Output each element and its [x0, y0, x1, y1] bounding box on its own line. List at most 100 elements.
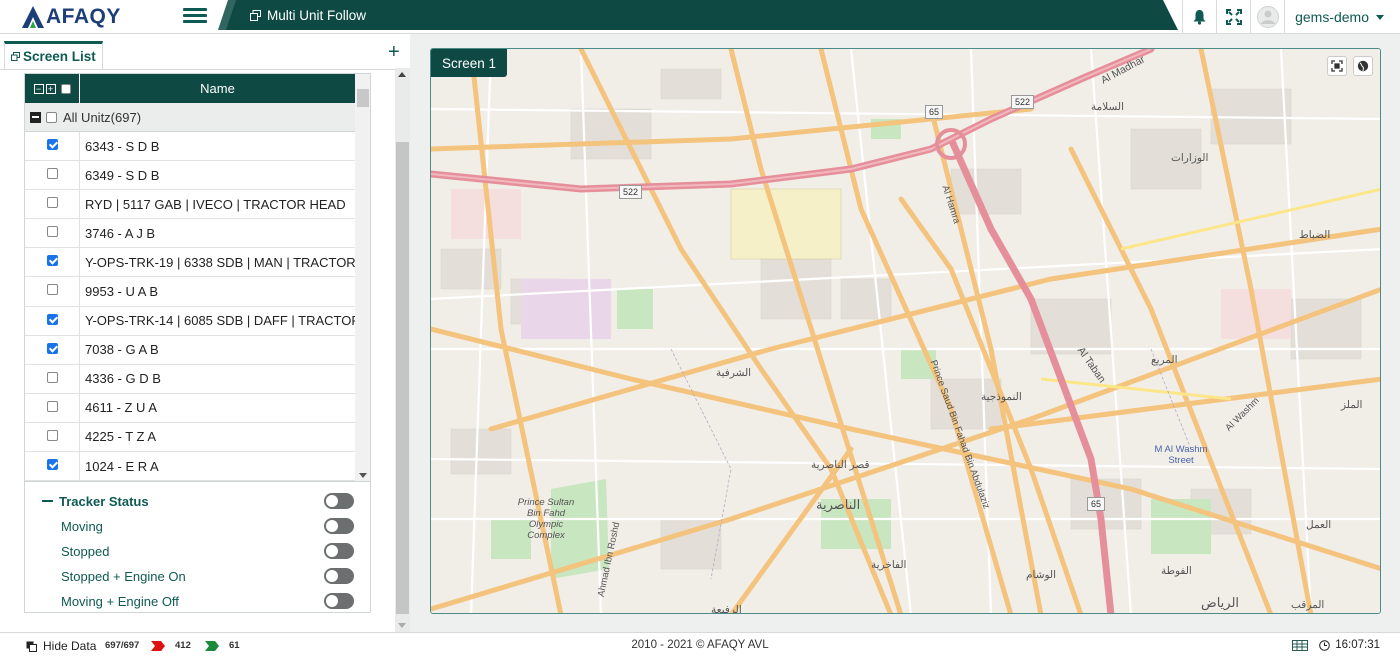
tracker-status-title: Tracker Status [59, 493, 149, 509]
logo[interactable]: AFAQY [22, 4, 121, 30]
arabic-place-label: الوزارات [1171, 152, 1209, 164]
tracker-status-item[interactable]: Stopped + Engine On [25, 565, 372, 587]
tracker-status-panel: Tracker Status Moving Stopped Stopped + En… [24, 482, 371, 613]
tracker-status-toggle[interactable] [324, 593, 354, 609]
expand-all-icon[interactable]: + [45, 83, 56, 94]
unit-checkbox-cell [25, 219, 80, 248]
collapse-group-icon[interactable] [30, 111, 41, 123]
unit-name: 4336 - G D B [85, 371, 161, 387]
header-tools: gems-demo [1182, 0, 1400, 34]
scroll-down-arrow-icon[interactable] [398, 623, 406, 628]
group-checkbox[interactable] [46, 111, 57, 123]
unit-checkbox[interactable] [46, 284, 58, 296]
place-label: Prince Sultan Bin Fahd Olympic Complex [517, 497, 575, 541]
unit-row[interactable]: 4611 - Z U A [25, 393, 355, 423]
top-bar: AFAQY Multi Unit Follow gems-demo [0, 0, 1400, 34]
tracker-status-toggle[interactable] [324, 543, 354, 559]
unit-checkbox[interactable] [46, 255, 58, 267]
clock-time: 16:07:31 [1335, 639, 1380, 651]
grid-header: − + Name [25, 74, 355, 103]
hamburger-menu-icon[interactable] [183, 5, 207, 27]
unit-checkbox[interactable] [46, 342, 58, 354]
scroll-up-arrow-icon[interactable] [398, 72, 406, 77]
table-icon [1292, 639, 1309, 651]
arabic-place-label: الضباط [1299, 229, 1331, 241]
panel-scrollbar[interactable] [395, 68, 410, 632]
tab-divider [0, 69, 410, 70]
add-screen-button[interactable]: + [388, 42, 400, 62]
footer-bar: Hide Data 697/697 412 61 2010 - 2021 © A… [0, 632, 1400, 658]
units-grid: − + Name All Unitz(697) 6343 - S D B 6349… [24, 73, 371, 482]
user-avatar[interactable] [1250, 0, 1284, 34]
unit-checkbox-cell [25, 364, 80, 393]
tab-screen-list[interactable]: Screen List [4, 41, 103, 69]
route-shield: 522 [619, 185, 643, 199]
route-shield: 65 [925, 105, 944, 119]
route-shield: 522 [1011, 95, 1035, 109]
caret-down-icon [1376, 14, 1384, 20]
map-layer-button[interactable] [1353, 56, 1373, 76]
unit-checkbox-cell [25, 277, 80, 306]
panel-scroll-thumb[interactable] [396, 142, 409, 614]
unit-name: 9953 - U A B [85, 284, 158, 300]
tracker-status-toggle[interactable] [324, 568, 354, 584]
unit-row[interactable]: 3746 - A J B [25, 219, 355, 249]
arabic-place-label: الرفيعة [711, 604, 742, 614]
unit-row[interactable]: 4336 - G D B [25, 364, 355, 394]
unit-row[interactable]: RYD | 5117 GAB | IVECO | TRACTOR HEAD [25, 190, 355, 220]
unit-row[interactable]: 4225 - T Z A [25, 422, 355, 453]
name-column-header[interactable]: Name [80, 74, 355, 103]
unit-checkbox[interactable] [46, 139, 58, 150]
unit-rows: 6343 - S D B 6349 - S D B RYD | 5117 GAB |… [25, 132, 355, 481]
tracker-status-item[interactable]: Moving [25, 515, 372, 537]
unit-name: 7038 - G A B [85, 342, 159, 358]
select-all-checkbox[interactable] [60, 83, 71, 94]
unit-checkbox[interactable] [46, 429, 58, 441]
unit-checkbox[interactable] [46, 313, 58, 325]
route-shield: 65 [1087, 497, 1106, 511]
unit-row[interactable]: 1024 - E R A [25, 452, 355, 481]
unit-checkbox[interactable] [46, 400, 58, 412]
tracker-status-header[interactable]: Tracker Status [25, 490, 372, 512]
unit-checkbox[interactable] [46, 197, 58, 209]
collapse-all-icon[interactable]: − [33, 83, 44, 94]
unit-checkbox[interactable] [46, 168, 58, 180]
unit-checkbox[interactable] [46, 459, 58, 471]
user-name: gems-demo [1295, 9, 1369, 25]
grid-scrollbar[interactable] [355, 74, 370, 481]
clock-icon [1319, 639, 1331, 651]
arabic-place-label: النموذجية [981, 391, 1022, 403]
unit-row[interactable]: Y-OPS-TRK-14 | 6085 SDB | DAFF | TRACTOR… [25, 306, 355, 336]
tab-multi-unit-follow[interactable]: Multi Unit Follow [240, 2, 377, 28]
unit-checkbox[interactable] [46, 371, 58, 383]
arabic-place-label: الفاخرية [871, 559, 907, 571]
unit-checkbox-cell [25, 335, 80, 364]
map-capture-button[interactable] [1327, 56, 1347, 76]
fullscreen-button[interactable] [1216, 0, 1250, 34]
unit-checkbox-cell [25, 393, 80, 422]
arabic-place-label: السلامة [1091, 101, 1125, 113]
tracker-status-item[interactable]: Moving + Engine Off [25, 590, 372, 612]
map-view[interactable]: Screen 1 Al Madhar Al Taban Prince Sulta… [430, 48, 1381, 614]
unit-row[interactable]: 6343 - S D B [25, 132, 355, 162]
unit-checkbox-cell [25, 248, 80, 277]
unit-row[interactable]: 9953 - U A B [25, 277, 355, 307]
notifications-button[interactable] [1182, 0, 1216, 34]
unit-checkbox-cell [25, 161, 80, 190]
user-menu[interactable]: gems-demo [1284, 0, 1400, 34]
tracker-status-item[interactable]: Stopped [25, 540, 372, 562]
unit-name: 3746 - A J B [85, 225, 156, 241]
tracker-status-label: Stopped + Engine On [61, 568, 186, 584]
unit-row[interactable]: Y-OPS-TRK-19 | 6338 SDB | MAN | TRACTOR … [25, 248, 355, 278]
scroll-down-arrow-icon[interactable] [359, 473, 367, 478]
expand-icon [1225, 9, 1242, 25]
tracker-status-toggle[interactable] [324, 493, 354, 509]
unit-row[interactable]: 7038 - G A B [25, 335, 355, 365]
unit-row[interactable]: 6349 - S D B [25, 161, 355, 191]
tracker-status-toggle[interactable] [324, 518, 354, 534]
tab-label: Multi Unit Follow [267, 7, 367, 23]
group-row-all-units[interactable]: All Unitz(697) [25, 103, 355, 132]
grid-scroll-thumb[interactable] [357, 89, 369, 107]
unit-checkbox[interactable] [46, 226, 58, 238]
tracker-status-label: Stopped [61, 543, 110, 559]
